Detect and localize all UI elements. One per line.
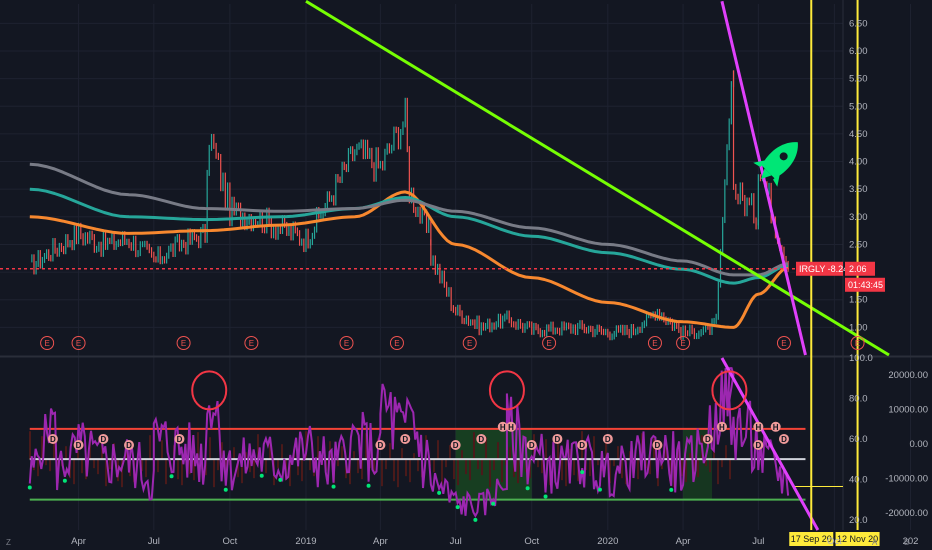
time-axis-tick: Oct <box>223 536 238 547</box>
oscillator-right-tick: 10000.00 <box>888 405 928 416</box>
time-axis-tick: Jul <box>450 536 462 547</box>
price-axis-tick: 1.50 <box>849 295 868 306</box>
signal-d-label: D <box>177 435 183 444</box>
oscillator-right-tick: -10000.00 <box>885 473 928 484</box>
oscillator-dot <box>331 484 336 489</box>
signal-d-label: D <box>579 441 585 450</box>
time-axis-tick: 2020 <box>597 536 618 547</box>
oscillator-dot <box>597 487 602 492</box>
oscillator-dot <box>437 490 442 495</box>
signal-h-label: H <box>755 423 761 432</box>
oscillator-dot <box>366 483 371 488</box>
signal-d-label: D <box>402 435 408 444</box>
time-axis-tick: Jul <box>752 536 764 547</box>
price-axis-tick: 3.50 <box>849 184 868 195</box>
oscillator-dot <box>259 473 264 478</box>
signal-d-label: D <box>781 435 787 444</box>
time-axis-tick: Apr <box>71 536 86 547</box>
signal-d-label: D <box>705 435 711 444</box>
earnings-marker-label: E <box>76 339 81 348</box>
price-axis-tick: 2.50 <box>849 239 868 250</box>
countdown-label: 01:43:45 <box>848 280 883 290</box>
signal-h-label: H <box>773 423 779 432</box>
corner-left-label[interactable]: Z <box>6 538 11 547</box>
oscillator-left-tick: 100.0 <box>849 353 873 364</box>
signal-h-label: H <box>719 423 725 432</box>
earnings-marker-label: E <box>546 339 551 348</box>
signal-d-label: D <box>655 441 661 450</box>
price-axis-tick: 6.00 <box>849 46 868 57</box>
oscillator-right-tick: 20000.00 <box>888 370 928 381</box>
earnings-marker-label: E <box>781 339 786 348</box>
oscillator-dot <box>62 478 67 483</box>
corner-right-label[interactable]: B <box>904 538 909 547</box>
earnings-marker-label: E <box>44 339 49 348</box>
oscillator-dot <box>543 494 548 499</box>
corner-mid-label[interactable]: A <box>872 538 878 547</box>
time-axis-tick: Apr <box>676 536 691 547</box>
oscillator-dot <box>491 501 496 506</box>
earnings-marker-label: E <box>181 339 186 348</box>
price-axis-tick: 5.50 <box>849 74 868 85</box>
signal-d-label: D <box>126 441 132 450</box>
signal-d-label: D <box>755 441 761 450</box>
time-axis-tick: Apr <box>373 536 388 547</box>
oscillator-dot <box>669 487 674 492</box>
oscillator-left-tick: 20.0 <box>849 515 868 526</box>
signal-d-label: D <box>478 435 484 444</box>
earnings-marker-label: E <box>855 339 860 348</box>
time-axis-tick: Oct <box>524 536 539 547</box>
earnings-marker-label: E <box>467 339 472 348</box>
price-axis-tick: 3.00 <box>849 212 868 223</box>
oscillator-dot <box>455 505 460 510</box>
price-axis-tick: 4.00 <box>849 157 868 168</box>
chart-canvas[interactable]: E E E E E E E E E E E EH H H H HDDDDDDDDDDDDDDDDD 17 Se… <box>0 0 932 550</box>
price-axis-tick: 5.00 <box>849 101 868 112</box>
signal-d-label: D <box>453 441 459 450</box>
oscillator-dot <box>169 474 174 479</box>
signal-d-label: D <box>100 435 106 444</box>
oscillator-dot <box>525 486 530 491</box>
signal-d-label: D <box>605 435 611 444</box>
oscillator-dot <box>580 470 585 475</box>
oscillator-right-tick: -20000.00 <box>885 508 928 519</box>
time-axis-tick: Oct <box>827 536 842 547</box>
signal-h-label: H <box>500 423 506 432</box>
signal-d-label: D <box>76 441 82 450</box>
signal-d-label: D <box>554 435 560 444</box>
oscillator-right-tick: 0.00 <box>910 439 929 450</box>
signal-d-label: D <box>529 441 535 450</box>
vline-date-label: 17 Sep 20 <box>791 534 832 544</box>
earnings-marker-label: E <box>652 339 657 348</box>
time-axis-tick: Jul <box>148 536 160 547</box>
oscillator-dot <box>473 517 478 522</box>
signal-d-label: D <box>378 441 384 450</box>
oscillator-left-tick: 60.0 <box>849 434 868 445</box>
signal-d-label: D <box>50 435 56 444</box>
earnings-marker-label: E <box>249 339 254 348</box>
oscillator-left-tick: 80.0 <box>849 393 868 404</box>
oscillator-dot <box>223 487 228 492</box>
signal-h-label: H <box>508 423 514 432</box>
oscillator-left-tick: 40.0 <box>849 474 868 485</box>
time-axis-tick: 2019 <box>295 536 316 547</box>
earnings-marker-label: E <box>344 339 349 348</box>
price-axis-tick: 6.50 <box>849 18 868 29</box>
last-price-value: 2.06 <box>849 264 867 274</box>
oscillator-dot <box>27 485 32 490</box>
price-axis-tick: 4.50 <box>849 129 868 140</box>
earnings-marker-label: E <box>680 339 685 348</box>
price-axis-tick: 1.00 <box>849 322 868 333</box>
oscillator-dot <box>278 477 283 482</box>
earnings-marker-label: E <box>394 339 399 348</box>
